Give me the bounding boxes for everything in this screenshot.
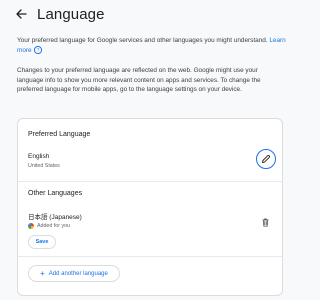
languages-card: Preferred Language English United States… — [17, 118, 283, 296]
trash-icon — [262, 218, 269, 227]
added-for-you-row: Added for you — [28, 223, 70, 229]
card-divider — [18, 181, 282, 182]
google-icon — [28, 223, 34, 229]
intro-text: Your preferred language for Google servi… — [17, 36, 287, 55]
back-arrow-icon[interactable] — [14, 7, 28, 21]
pencil-icon — [262, 154, 271, 163]
page-header: Language — [14, 3, 105, 25]
help-icon[interactable]: ? — [34, 46, 42, 54]
delete-language-button[interactable] — [261, 214, 270, 227]
other-language-name: 日本語 (Japanese) — [28, 214, 82, 221]
preferred-language-name: English — [28, 153, 50, 160]
changes-text: Changes to your preferred language are r… — [17, 67, 261, 93]
save-button[interactable]: Save — [28, 235, 56, 249]
card-divider — [18, 256, 282, 257]
preferred-language-region: United States — [28, 163, 60, 169]
page-title: Language — [37, 5, 105, 23]
edit-preferred-language-button[interactable] — [256, 149, 276, 169]
add-language-label: Add another language — [48, 270, 108, 277]
intro-description: Your preferred language for Google servi… — [17, 37, 268, 44]
add-language-button[interactable]: + Add another language — [28, 265, 120, 282]
preferred-language-title: Preferred Language — [28, 131, 91, 138]
added-for-you-label: Added for you — [37, 223, 70, 229]
other-languages-title: Other Languages — [28, 190, 83, 197]
plus-icon: + — [40, 268, 45, 278]
